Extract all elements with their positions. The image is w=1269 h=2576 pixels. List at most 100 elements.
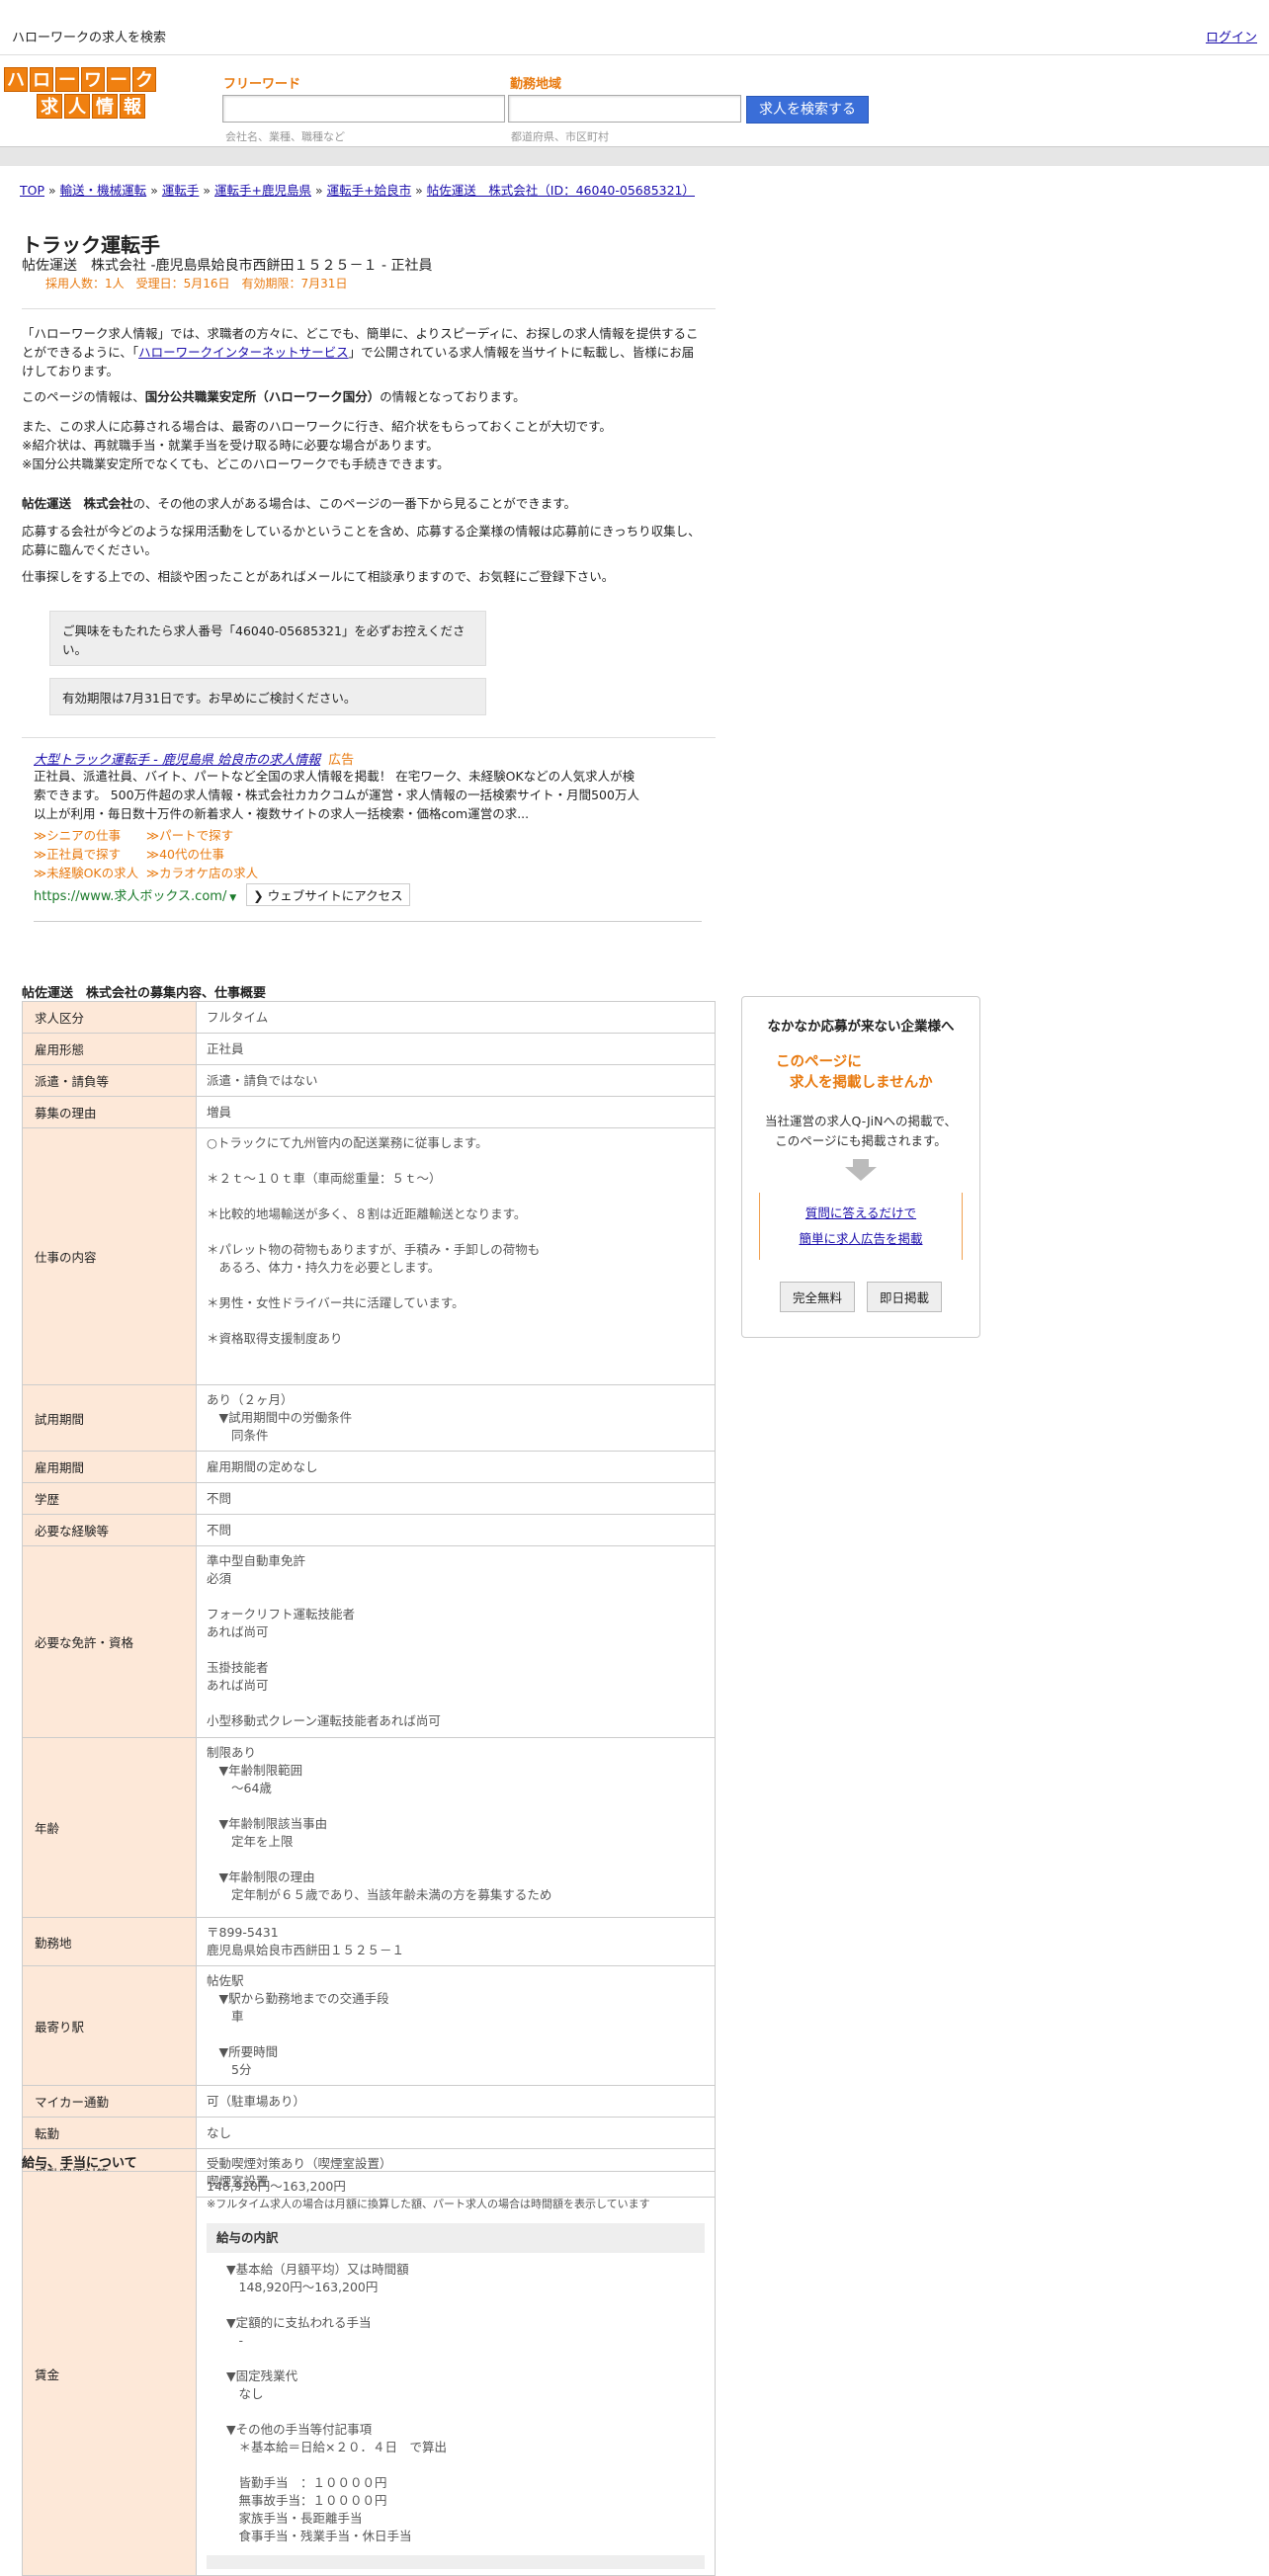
promo-title: なかなか応募が来ない企業様へ xyxy=(767,1019,955,1035)
ad-tag: 広告 xyxy=(328,753,355,768)
detail-value: なし xyxy=(196,2117,716,2149)
hellowork-internet-link[interactable]: ハローワークインターネットサービス xyxy=(138,345,349,360)
detail-label: 学歴 xyxy=(22,1482,197,1515)
pay-label: 賃金 xyxy=(22,2171,197,2576)
breadcrumb-top[interactable]: TOP xyxy=(20,183,44,198)
freeword-placeholder: 会社名、業種、職種など xyxy=(225,130,345,143)
detail-label: 雇用期間 xyxy=(22,1451,197,1483)
table-row: 勤務地 〒899-5431 鹿児島県姶良市西餅田１５２５－１ xyxy=(22,1917,716,1966)
expiry-note: 有効期限は7月31日です。お早めにご検討ください。 xyxy=(49,678,486,715)
logo-character: ロ xyxy=(30,67,53,92)
table-row: 必要な免許・資格 準中型自動車免許 必須 フォークリフト運転技能者 あれば尚可 玉… xyxy=(22,1545,716,1738)
free-button[interactable]: 完全無料 xyxy=(779,1282,855,1312)
detail-value: 派遣・請負ではない xyxy=(196,1064,716,1097)
area-placeholder: 都道府県、市区町村 xyxy=(511,130,609,143)
advertise-promo-box: なかなか応募が来ない企業様へ このページに 求人を掲載しませんか 当社運営の求人… xyxy=(741,996,980,1338)
intro-paragraph-4: 帖佐運送 株式会社の、その他の求人がある場合は、このページの一番下から見ることが… xyxy=(22,496,577,511)
site-logo[interactable]: ハローワーク 求人情報 xyxy=(4,67,178,123)
breadcrumb-job[interactable]: 運転手 xyxy=(162,183,200,198)
table-row: 派遣・請負等 派遣・請負ではない xyxy=(22,1064,716,1097)
divider xyxy=(22,308,716,309)
ad-block: 大型トラック運転手 - 鹿児島県 姶良市の求人情報 広告 正社員、派遣社員、バイト… xyxy=(22,737,716,935)
detail-value: 可（駐車場あり） xyxy=(196,2085,716,2118)
promo-link-post-ad[interactable]: 簡単に求人広告を掲載 xyxy=(760,1226,962,1252)
job-subtitle: 帖佐運送 株式会社 -鹿児島県姶良市西餅田１５２５－１ - 正社員 xyxy=(22,258,433,274)
logo-character: ー xyxy=(55,67,79,92)
table-row: 雇用形態 正社員 xyxy=(22,1033,716,1065)
site-title: ハローワークの求人を検索 xyxy=(12,31,167,45)
freeword-label: フリーワード xyxy=(223,77,301,92)
freeword-input[interactable] xyxy=(222,95,505,123)
page-title: トラック運転手 xyxy=(22,233,160,257)
down-arrow-icon xyxy=(853,1159,869,1167)
logo-character: ワ xyxy=(81,67,105,92)
detail-label: 仕事の内容 xyxy=(22,1127,197,1385)
login-link[interactable]: ログイン xyxy=(1206,27,1257,45)
promo-link-questions[interactable]: 質問に答えるだけで xyxy=(760,1201,962,1226)
table-row: マイカー通勤 可（駐車場あり） xyxy=(22,2085,716,2118)
pay-note: ※フルタイム求人の場合は月額に換算した額、パート求人の場合は時間額を表示していま… xyxy=(207,2198,650,2210)
table-row: 学歴 不問 xyxy=(22,1482,716,1515)
detail-label: 試用期間 xyxy=(22,1384,197,1452)
detail-value: 帖佐駅 ▼駅から勤務地までの交通手段 車 ▼所要時間 5分 xyxy=(196,1965,716,2086)
ad-visit-button[interactable]: ❯ ウェブサイトにアクセス xyxy=(246,883,410,906)
detail-label: 派遣・請負等 xyxy=(22,1064,197,1097)
table-row: 賃金 148,920円〜163,200円 ※フルタイム求人の場合は月額に換算した… xyxy=(22,2171,716,2576)
logo-character: 情 xyxy=(92,94,118,119)
detail-value: ○トラックにて九州管内の配送業務に従事します。 ＊２ｔ～１０ｔ車（車両総重量：５… xyxy=(196,1127,716,1385)
promo-links: 質問に答えるだけで 簡単に求人広告を掲載 xyxy=(759,1193,963,1260)
detail-label: 勤務地 xyxy=(22,1917,197,1966)
ad-link[interactable]: ≫未経験OKの求人 xyxy=(34,864,146,882)
area-input[interactable] xyxy=(508,95,741,123)
table-row: 雇用期間 雇用期間の定めなし xyxy=(22,1451,716,1483)
logo-character: 報 xyxy=(120,94,145,119)
detail-label: 最寄り駅 xyxy=(22,1965,197,2086)
same-day-button[interactable]: 即日掲載 xyxy=(867,1282,943,1312)
logo-character: ー xyxy=(107,67,130,92)
ad-link[interactable]: ≫パートで探す xyxy=(146,826,259,845)
intro-paragraph-6: 仕事探しをする上での、相談や困ったことがあればメールにて相談承りますので、お気軽… xyxy=(22,569,615,584)
detail-value: 制限あり ▼年齢制限範囲 ～64歳 ▼年齢制限該当事由 定年を上限 ▼年齢制限の… xyxy=(196,1737,716,1918)
ad-link[interactable]: ≫40代の仕事 xyxy=(146,845,259,864)
intro-paragraph-5: 応募する会社が今どのような採用活動をしているかということを含め、応募する企業様の… xyxy=(22,524,701,557)
ad-body: 正社員、派遣社員、バイト、パートなど全国の求人情報を掲載！ 在宅ワーク、未経験O… xyxy=(34,769,639,821)
table-row: 試用期間 あり（２ヶ月） ▼試用期間中の労働条件 同条件 xyxy=(22,1384,716,1452)
ad-title-link[interactable]: 大型トラック運転手 - 鹿児島県 姶良市の求人情報 xyxy=(34,753,320,768)
ad-url[interactable]: https://www.求人ボックス.com/ xyxy=(34,889,226,904)
detail-label: マイカー通勤 xyxy=(22,2085,197,2118)
breadcrumb-category[interactable]: 輸送・機械運転 xyxy=(60,183,147,198)
breadcrumb-prefecture[interactable]: 運転手+鹿児島県 xyxy=(214,183,311,198)
logo-character: 人 xyxy=(64,94,90,119)
detail-value: 不問 xyxy=(196,1514,716,1546)
table-row: 募集の理由 増員 xyxy=(22,1096,716,1128)
intro-paragraph-2: このページの情報は、国分公共職業安定所（ハローワーク国分）の情報となっております… xyxy=(22,389,526,404)
detail-label: 募集の理由 xyxy=(22,1096,197,1128)
intro-paragraph-1: 「ハローワーク求人情報」では、求職者の方々に、どこでも、簡単に、よりスピーディに… xyxy=(22,326,699,378)
detail-value: 増員 xyxy=(196,1096,716,1128)
table-row: 転勤 なし xyxy=(22,2117,716,2149)
ad-link[interactable]: ≫正社員で探す xyxy=(34,845,146,864)
logo-character: ハ xyxy=(4,67,28,92)
search-button[interactable]: 求人を検索する xyxy=(746,96,869,124)
job-details-table: 求人区分 フルタイム 雇用形態 正社員 派遣・請負等 派遣・請負ではない 募集の理由 増員 仕事… xyxy=(22,1001,716,2198)
logo-character: 求 xyxy=(37,94,62,119)
promo-catch: このページに 求人を掲載しませんか xyxy=(776,1054,933,1091)
intro-paragraph-3: また、この求人に応募される場合は、最寄のハローワークに行き、紹介状をもらっておく… xyxy=(22,419,612,471)
detail-value: 雇用期間の定めなし xyxy=(196,1451,716,1483)
section-title-pay: 給与、手当について xyxy=(22,2156,137,2171)
ad-link[interactable]: ≫シニアの仕事 xyxy=(34,826,146,845)
pay-range: 148,920円〜163,200円 xyxy=(207,2179,346,2194)
detail-label: 年齢 xyxy=(22,1737,197,1918)
breadcrumb-city[interactable]: 運転手+姶良市 xyxy=(327,183,411,198)
section-title-overview: 帖佐運送 株式会社の募集内容、仕事概要 xyxy=(22,986,267,1001)
job-meta: 採用人数：1人 受理日：5月16日 有効期限：7月31日 xyxy=(45,277,348,291)
table-row: 最寄り駅 帖佐駅 ▼駅から勤務地までの交通手段 車 ▼所要時間 5分 xyxy=(22,1965,716,2086)
table-row: 求人区分 フルタイム xyxy=(22,1001,716,1034)
breadcrumb-company[interactable]: 帖佐運送 株式会社（ID：46040-05685321） xyxy=(427,183,695,198)
ad-link[interactable]: ≫カラオケ店の求人 xyxy=(146,864,259,882)
chevron-down-icon[interactable]: ▼ xyxy=(226,893,236,903)
table-row: 年齢 制限あり ▼年齢制限範囲 ～64歳 ▼年齢制限該当事由 定年を上限 ▼年齢制… xyxy=(22,1737,716,1918)
promo-description: 当社運営の求人Q-JiNへの掲載で、 このページにも掲載されます。 xyxy=(765,1114,957,1148)
job-number-note: ご興味をもたれたら求人番号「46040-05685321」を必ずお控えください。 xyxy=(49,611,486,666)
detail-value: 準中型自動車免許 必須 フォークリフト運転技能者 あれば尚可 玉掛技能者 あれば… xyxy=(196,1545,716,1738)
